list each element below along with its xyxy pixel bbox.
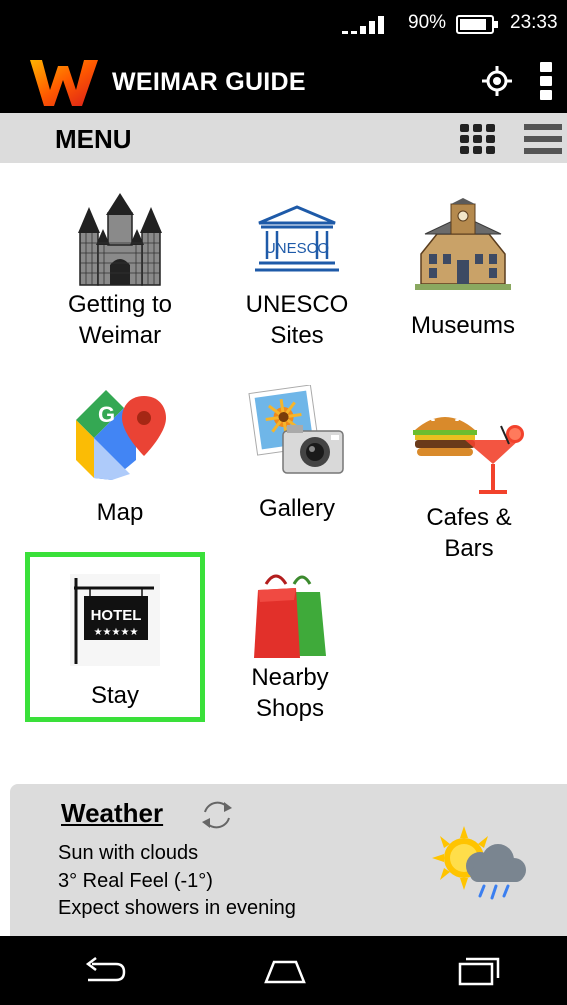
locate-icon[interactable] [482,66,512,96]
weather-temperature: 3° Real Feel (-1°) [58,870,213,892]
menu-header: MENU [0,113,567,163]
refresh-icon[interactable] [198,796,236,834]
grid-view-icon[interactable] [458,122,496,156]
weather-condition: Sun with clouds [58,842,199,864]
museum-building-icon [415,198,511,290]
castle-icon [78,193,162,286]
svg-text:HOTEL: HOTEL [91,607,142,624]
tile-map[interactable]: G Map [35,390,205,528]
tile-label: Shops [255,695,325,722]
tile-label: Sites [270,322,324,349]
svg-text:★★★★★: ★★★★★ [94,627,139,638]
clock: 23:33 [510,12,558,33]
app-bar: WEIMAR GUIDE [0,50,567,113]
back-icon[interactable] [82,956,128,986]
hotel-sign-icon: HOTEL ★★★★★ [70,574,160,666]
sun-cloud-rain-icon [432,826,526,900]
shopping-bags-icon [254,574,326,658]
more-vert-icon[interactable] [540,62,554,104]
tile-stay[interactable]: HOTEL ★★★★★ Stay [30,574,200,711]
weather-title[interactable]: Weather [61,798,163,829]
tile-museums[interactable]: Museums [378,198,548,341]
battery-percent: 90% [408,12,447,33]
tile-label: UNESCO [245,291,349,318]
tile-label: Weimar [78,322,162,349]
tile-label: Museums [410,312,516,339]
weather-card[interactable]: Weather Sun with clouds 3° Real Feel (-1… [10,784,567,936]
tile-label: Bars [444,535,494,562]
tile-label: Gallery [258,495,336,522]
svg-text:UNESCO: UNESCO [265,240,329,257]
tile-cafes-and-bars[interactable]: Cafes & Bars [384,400,554,564]
gallery-camera-icon [248,385,344,474]
app-title: WEIMAR GUIDE [112,68,306,96]
weimar-logo [30,60,98,106]
signal-icon [342,16,384,34]
tile-label: Map [96,499,144,526]
tile-label: Cafes & [426,504,512,531]
svg-text:G: G [98,402,115,427]
weather-forecast: Expect showers in evening [58,897,296,919]
menu-title: MENU [55,124,132,154]
recents-icon[interactable] [458,956,502,986]
list-view-icon[interactable] [522,122,562,156]
google-maps-icon: G [76,390,166,480]
tile-label: Getting to [67,291,173,318]
tile-label: Nearby [251,664,329,691]
tile-gallery[interactable]: Gallery [212,385,382,524]
home-icon[interactable] [262,956,308,986]
unesco-icon: UNESCO [255,205,339,272]
burger-cocktail-icon [413,415,524,494]
tile-nearby-shops[interactable]: Nearby Shops [205,570,375,724]
tile-label: Stay [90,682,140,709]
system-nav-bar [0,936,567,1005]
tile-getting-to-weimar[interactable]: Getting to Weimar [35,193,205,351]
tile-unesco-sites[interactable]: UNESCO UNESCO Sites [212,205,382,351]
battery-icon [456,15,498,34]
status-bar: 90% 23:33 [0,0,567,50]
